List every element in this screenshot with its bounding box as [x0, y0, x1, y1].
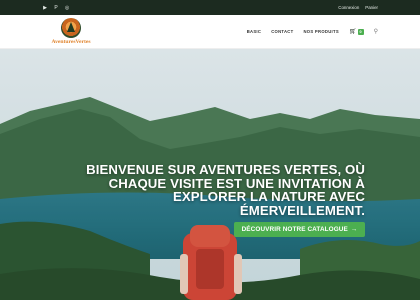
pinterest-icon[interactable]: P — [53, 5, 59, 11]
hero-banner: BIENVENUE SUR AVENTURES VERTES, OÙ CHAQU… — [0, 49, 420, 300]
hero-title: BIENVENUE SUR AVENTURES VERTES, OÙ CHAQU… — [86, 162, 365, 218]
cart-count-badge: 0 — [357, 28, 364, 35]
top-bar: ▶ P ◎ Connexion Panier — [0, 0, 420, 15]
login-link[interactable]: Connexion — [338, 5, 359, 10]
arrow-right-icon: → — [350, 226, 358, 233]
account-links: Connexion Panier — [338, 5, 378, 10]
instagram-icon[interactable]: ◎ — [64, 5, 70, 11]
nav-item-products[interactable]: NOS PRODUITS — [303, 29, 338, 34]
cart-button[interactable]: 🛒︎ 0 — [349, 28, 364, 35]
cart-link[interactable]: Panier — [365, 5, 378, 10]
main-nav: BASIC CONTACT NOS PRODUITS 🛒︎ 0 ⚲ — [247, 28, 378, 35]
site-header: AventuresVertes BASIC CONTACT NOS PRODUI… — [0, 15, 420, 49]
discover-catalog-button[interactable]: DÉCOUVRIR NOTRE CATALOGUE → — [234, 222, 365, 237]
logo-badge-icon — [61, 18, 81, 38]
youtube-icon[interactable]: ▶ — [42, 5, 48, 11]
nav-item-basic[interactable]: BASIC — [247, 29, 262, 34]
cart-icon: 🛒︎ — [348, 29, 357, 35]
logo-text: AventuresVertes — [51, 39, 91, 45]
search-icon[interactable]: ⚲ — [374, 28, 378, 35]
social-links: ▶ P ◎ — [42, 5, 70, 11]
cta-label: DÉCOUVRIR NOTRE CATALOGUE — [241, 226, 348, 233]
nav-item-contact[interactable]: CONTACT — [271, 29, 293, 34]
site-logo[interactable]: AventuresVertes — [46, 18, 96, 45]
